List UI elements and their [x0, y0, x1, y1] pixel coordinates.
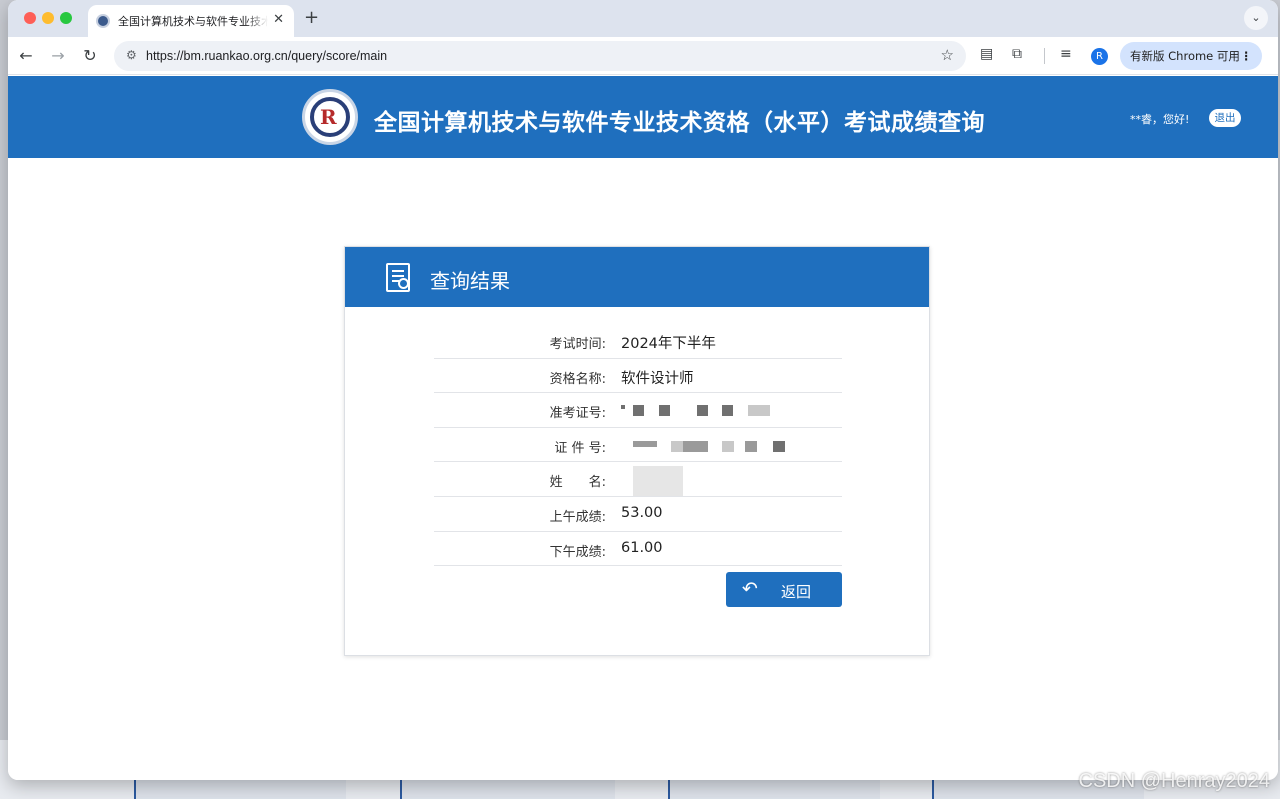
more-menu-icon[interactable]: ⋮ — [1241, 42, 1253, 70]
result-card-header: 查询结果 — [345, 247, 929, 307]
address-bar[interactable]: ⚙ https://bm.ruankao.org.cn/query/score/… — [114, 41, 966, 71]
minimize-window-button[interactable] — [42, 12, 54, 24]
row-id-number: 证 件 号: — [434, 428, 842, 463]
row-ticket-number: 准考证号: — [434, 393, 842, 428]
web-page: R 全国计算机技术与软件专业技术资格（水平）考试成绩查询 **睿，您好! 退出 … — [8, 76, 1278, 780]
redacted-value — [621, 438, 801, 452]
back-button[interactable]: ↶ 返回 — [726, 572, 842, 607]
update-label: 有新版 Chrome 可用 — [1130, 49, 1240, 63]
maximize-window-button[interactable] — [60, 12, 72, 24]
reading-list-icon[interactable]: ≡ — [1060, 46, 1072, 62]
chrome-update-button[interactable]: 有新版 Chrome 可用 ⋮ — [1120, 42, 1262, 70]
profile-avatar[interactable]: R — [1091, 48, 1108, 65]
tab-active[interactable]: 全国计算机技术与软件专业技术资格（水平）考试成绩查询 ✕ — [88, 5, 294, 37]
reload-icon[interactable]: ↻ — [80, 46, 100, 65]
back-button-label: 返回 — [781, 583, 812, 601]
document-search-icon — [386, 263, 410, 292]
site-info-icon[interactable]: ⚙ — [126, 48, 137, 62]
toolbar-divider — [1044, 48, 1045, 64]
return-arrow-icon: ↶ — [742, 578, 758, 600]
row-label: 资格名称: — [549, 371, 606, 387]
row-value: 53.00 — [621, 504, 663, 521]
back-arrow-icon[interactable]: ← — [16, 46, 36, 65]
url-text[interactable]: https://bm.ruankao.org.cn/query/score/ma… — [146, 49, 387, 63]
row-morning-score: 上午成绩: 53.00 — [434, 497, 842, 532]
row-value: 软件设计师 — [621, 370, 694, 387]
row-value: 61.00 — [621, 539, 663, 556]
user-greeting: **睿，您好! — [1130, 113, 1190, 126]
row-exam-time: 考试时间: 2024年下半年 — [434, 324, 842, 359]
row-qualification: 资格名称: 软件设计师 — [434, 359, 842, 394]
redacted-value — [621, 466, 711, 497]
site-logo: R — [302, 89, 358, 145]
redacted-value — [621, 403, 791, 417]
new-tab-button[interactable]: + — [304, 7, 319, 28]
row-label: 考试时间: — [549, 337, 606, 352]
row-label: 证 件 号: — [554, 440, 606, 456]
media-icon[interactable]: ▤ — [980, 46, 993, 62]
site-header: R 全国计算机技术与软件专业技术资格（水平）考试成绩查询 **睿，您好! 退出 — [8, 76, 1278, 158]
close-window-button[interactable] — [24, 12, 36, 24]
row-value: 2024年下半年 — [621, 336, 716, 352]
result-title: 查询结果 — [430, 269, 510, 293]
tab-search-button[interactable]: ⌄ — [1244, 6, 1268, 30]
forward-arrow-icon[interactable]: → — [48, 46, 68, 65]
row-label: 准考证号: — [549, 406, 606, 422]
page-title: 全国计算机技术与软件专业技术资格（水平）考试成绩查询 — [374, 110, 985, 136]
row-label: 姓 名: — [549, 475, 606, 491]
row-label: 上午成绩: — [549, 509, 606, 525]
tab-close-icon[interactable]: ✕ — [273, 12, 284, 27]
tab-title: 全国计算机技术与软件专业技术资格（水平）考试成绩查询 — [118, 15, 268, 28]
logout-button[interactable]: 退出 — [1209, 109, 1241, 127]
row-label: 下午成绩: — [549, 544, 606, 560]
row-name: 姓 名: — [434, 462, 842, 497]
browser-window: 全国计算机技术与软件专业技术资格（水平）考试成绩查询 ✕ + ⌄ ← → ↻ ⚙… — [8, 0, 1278, 780]
watermark: CSDN @Henray2024 — [1078, 770, 1271, 792]
logo-letter: R — [320, 105, 337, 129]
site-favicon-icon — [96, 14, 110, 28]
browser-toolbar: ← → ↻ ⚙ https://bm.ruankao.org.cn/query/… — [8, 37, 1278, 75]
bookmark-star-icon[interactable]: ☆ — [941, 46, 954, 64]
row-afternoon-score: 下午成绩: 61.00 — [434, 532, 842, 567]
result-card: 查询结果 考试时间: 2024年下半年 资格名称: 软件设计师 准考证号: 证 … — [344, 246, 930, 656]
result-table: 考试时间: 2024年下半年 资格名称: 软件设计师 准考证号: 证 件 号: … — [434, 324, 842, 567]
extensions-icon[interactable]: ⧉ — [1012, 46, 1022, 62]
tab-strip: 全国计算机技术与软件专业技术资格（水平）考试成绩查询 ✕ + ⌄ — [8, 0, 1278, 37]
